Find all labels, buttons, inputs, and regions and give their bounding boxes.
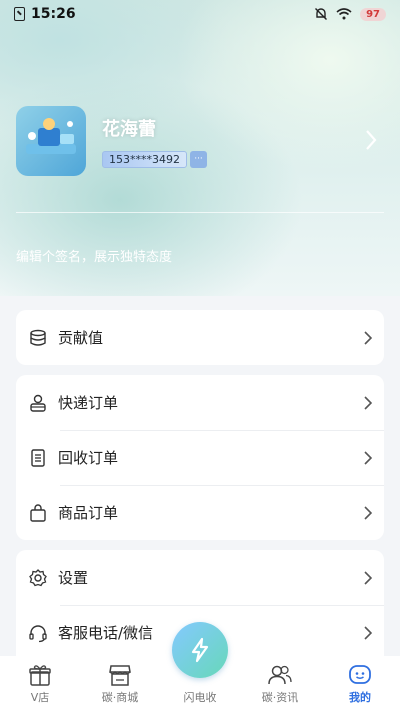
status-time: 15:26	[31, 6, 76, 22]
courier-icon	[28, 393, 48, 413]
battery-indicator: 97	[360, 7, 386, 21]
user-profile[interactable]: 花海蕾 153****3492 ···	[16, 106, 384, 176]
chevron-right-icon	[364, 570, 372, 585]
signature-text[interactable]: 编辑个签名，展示独特态度	[16, 246, 172, 265]
headset-icon	[28, 623, 48, 643]
orders-card: 快递订单 回收订单 商品订单	[16, 375, 384, 540]
gift-icon	[29, 665, 51, 686]
chevron-right-icon	[364, 330, 372, 345]
coins-stack-icon	[28, 328, 48, 348]
tab-label-mine: 我的	[349, 691, 371, 704]
menu-item-contribution[interactable]: 贡献值	[16, 310, 384, 365]
wifi-icon	[336, 8, 352, 20]
menu-label-express-orders: 快递订单	[58, 394, 119, 412]
menu-item-settings[interactable]: 设置	[16, 550, 384, 605]
menu-label-customer-service: 客服电话/微信	[58, 624, 154, 642]
menu-item-express-orders[interactable]: 快递订单	[16, 375, 384, 430]
tab-label-vstore: V店	[30, 691, 50, 704]
document-list-icon	[28, 448, 48, 468]
phone-number: 153****3492	[102, 150, 187, 168]
sim-icon	[14, 7, 25, 21]
menu-label-settings: 设置	[58, 569, 89, 587]
flash-recycle-button[interactable]	[172, 622, 228, 678]
menu-item-recycle-orders[interactable]: 回收订单	[16, 430, 384, 485]
tab-vstore[interactable]: V店	[0, 656, 80, 711]
menu-label-goods-orders: 商品订单	[58, 504, 119, 522]
tab-label-flash: 闪电收	[183, 691, 217, 704]
storefront-icon	[109, 665, 131, 686]
avatar[interactable]	[16, 106, 86, 176]
contribution-card: 贡献值	[16, 310, 384, 365]
people-icon	[268, 665, 292, 685]
tab-mall[interactable]: 碳·商城	[80, 656, 160, 711]
lightning-icon	[191, 637, 209, 663]
header-divider	[16, 212, 384, 213]
menu-item-goods-orders[interactable]: 商品订单	[16, 485, 384, 540]
shopping-bag-icon	[28, 503, 48, 523]
chevron-right-icon	[364, 450, 372, 465]
chevron-right-icon	[364, 505, 372, 520]
status-bar: 15:26 97	[0, 0, 400, 28]
smile-chat-icon	[349, 665, 371, 684]
chevron-right-icon	[364, 625, 372, 640]
chevron-right-icon	[364, 395, 372, 410]
gear-icon	[28, 568, 48, 588]
tab-label-mall: 碳·商城	[101, 691, 139, 704]
edit-phone-button[interactable]: ···	[190, 150, 207, 168]
tab-label-news: 碳·资讯	[261, 691, 299, 704]
chevron-right-icon[interactable]	[364, 128, 378, 152]
tab-mine[interactable]: 我的	[320, 656, 400, 711]
tab-news[interactable]: 碳·资讯	[240, 656, 320, 711]
menu-label-contribution: 贡献值	[58, 329, 104, 347]
menu-label-recycle-orders: 回收订单	[58, 449, 119, 467]
mute-bell-icon	[315, 8, 328, 20]
user-name: 花海蕾	[102, 118, 156, 140]
